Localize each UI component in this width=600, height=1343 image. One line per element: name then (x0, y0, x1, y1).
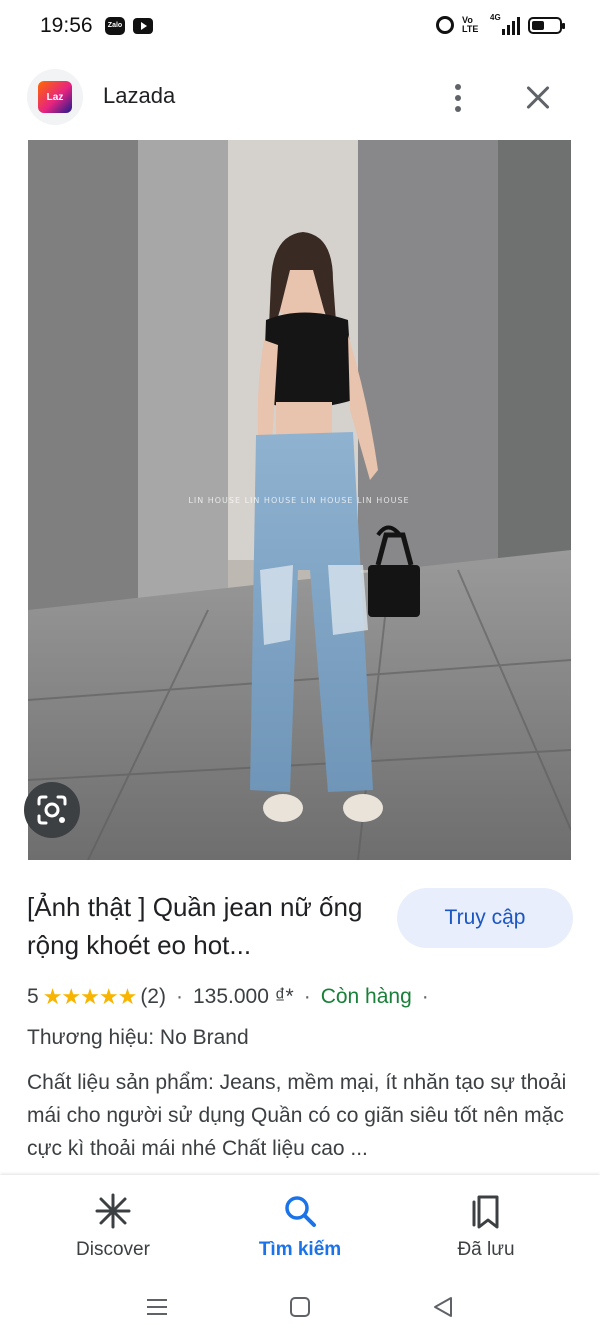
app-title: Lazada (103, 83, 176, 108)
separator: · (303, 985, 311, 1008)
bottom-nav: Discover Tìm kiếm Đã lưu (0, 1175, 600, 1275)
nav-search[interactable]: Tìm kiếm (220, 1191, 380, 1261)
alarm-icon (436, 16, 454, 34)
recents-icon[interactable] (145, 1295, 169, 1324)
network-type: 4G (490, 13, 501, 22)
back-icon[interactable] (431, 1295, 455, 1324)
rating-value: 5 (27, 985, 39, 1008)
status-bar: 19:56 Zalo Vo LTE 4G (0, 0, 600, 56)
signal-icon: 4G (490, 13, 520, 35)
nav-discover[interactable]: Discover (33, 1191, 193, 1261)
lazada-logo-mark: Laz (38, 81, 72, 113)
rating-stars: ★★★★★ (42, 984, 138, 1009)
volte-icon: Vo LTE (462, 15, 479, 34)
product-image[interactable]: LIN HOUSE LIN HOUSE LIN HOUSE LIN HOUSE (28, 140, 571, 860)
rating-count: (2) (140, 985, 166, 1008)
zalo-icon: Zalo (105, 17, 125, 35)
product-meta: 5 ★★★★★ (2) · 135.000 ₫* · Còn hàng · (27, 984, 439, 1010)
separator: · (421, 985, 429, 1008)
visit-button[interactable]: Truy cập (397, 888, 573, 948)
nav-label: Discover (76, 1239, 150, 1260)
nav-label: Tìm kiếm (258, 1239, 342, 1260)
status-time: 19:56 (40, 14, 93, 37)
home-icon[interactable] (288, 1295, 312, 1324)
product-description: Chất liệu sản phẩm: Jeans, mềm mại, ít n… (27, 1071, 567, 1160)
brand-line: Thương hiệu: No Brand (27, 1026, 249, 1049)
bookmarks-icon (406, 1191, 566, 1231)
product-photo: LIN HOUSE LIN HOUSE LIN HOUSE LIN HOUSE (28, 140, 571, 860)
asterisk-icon (33, 1191, 193, 1231)
more-vert-icon[interactable] (440, 76, 476, 120)
stock-status: Còn hàng (320, 985, 412, 1008)
search-icon (220, 1191, 380, 1231)
nav-saved[interactable]: Đã lưu (406, 1191, 566, 1261)
separator: · (175, 985, 183, 1008)
app-header: Laz Lazada (0, 56, 600, 140)
image-watermark: LIN HOUSE LIN HOUSE LIN HOUSE LIN HOUSE (188, 496, 409, 505)
product-title[interactable]: [Ảnh thật ] Quần jean nữ ống rộng khoét … (27, 888, 372, 964)
lens-camera-icon[interactable] (24, 782, 80, 838)
nav-label: Đã lưu (457, 1239, 515, 1260)
battery-icon (528, 16, 565, 34)
youtube-icon (133, 18, 153, 34)
lazada-logo: Laz (27, 69, 83, 125)
price: 135.000 ₫* (192, 985, 294, 1008)
system-nav (0, 1275, 600, 1343)
close-icon[interactable] (520, 80, 556, 116)
status-icons: Vo LTE 4G (436, 13, 565, 35)
